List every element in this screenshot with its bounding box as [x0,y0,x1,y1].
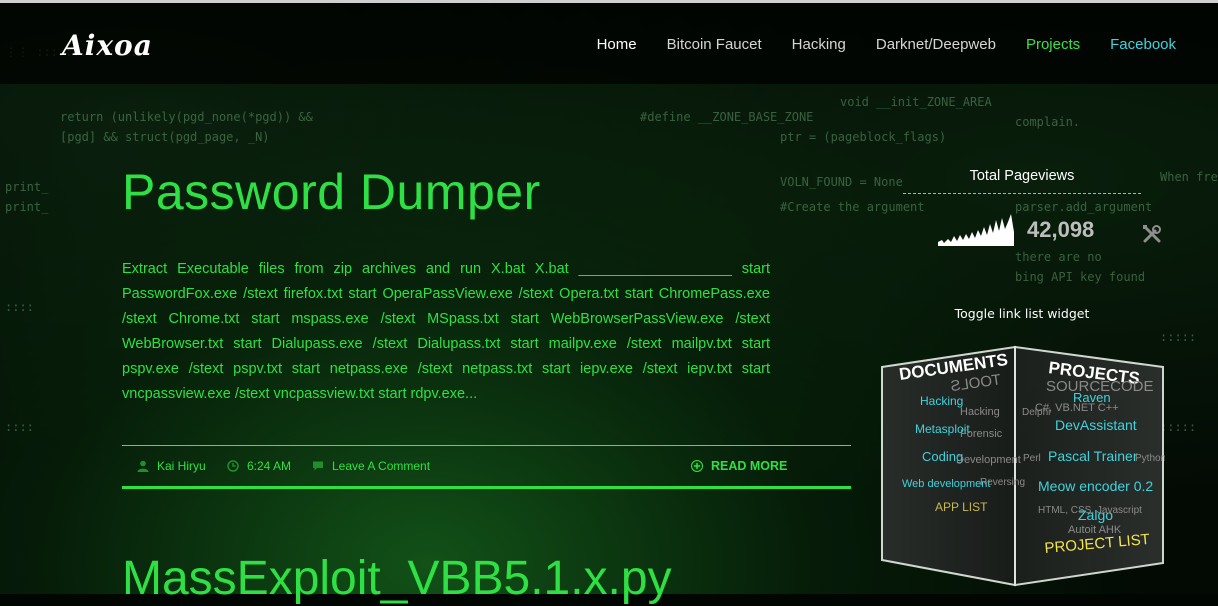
cube-tag: Hacking [960,406,1000,418]
cube-tag: Perl [1023,453,1041,464]
widget-divider [903,193,1141,194]
read-more-link[interactable]: READ MORE [691,459,787,473]
post-divider [122,445,851,446]
post-author[interactable]: Kai Hiryu [137,459,206,473]
nav-bitcoin-faucet[interactable]: Bitcoin Faucet [667,36,762,53]
read-more-label: READ MORE [711,459,788,473]
cube-tag: Delphi [1022,407,1050,418]
clock-icon [227,460,239,472]
next-post-title[interactable]: MassExploit_VBB5.1.x.py [122,551,672,606]
navbar: Aixoa Home Bitcoin Faucet Hacking Darkne… [0,3,1218,84]
post-time-text: 6:24 AM [247,459,292,473]
post-separator-bar [122,486,851,489]
leave-comment-label: Leave A Comment [332,459,431,473]
site-logo[interactable]: Aixoa [62,29,153,62]
pageviews-widget-title: Total Pageviews [969,168,1075,184]
cube-tag: Development [956,454,1021,466]
nav-home[interactable]: Home [597,36,637,53]
nav-hacking[interactable]: Hacking [792,36,846,53]
cube-tag[interactable]: Meow encoder 0.2 [1038,478,1153,494]
nav-projects[interactable]: Projects [1026,36,1080,53]
nav-facebook[interactable]: Facebook [1110,36,1176,53]
cube-tag: Forensic [960,428,1003,440]
nav-darknet-deepweb[interactable]: Darknet/Deepweb [876,36,996,53]
user-icon [137,460,149,472]
author-name: Kai Hiryu [157,459,206,473]
leave-comment-link[interactable]: Leave A Comment [312,459,430,473]
post-time: 6:24 AM [227,459,291,473]
cube-tag[interactable]: DevAssistant [1055,417,1137,433]
cube-tag: Reversing [980,477,1025,488]
cube-tag[interactable]: Web development [902,478,990,490]
tag-cube-widget[interactable]: DOCUMENTS TOOLS Hacking Hacking Metasplo… [880,345,1165,590]
plus-circle-icon [691,460,703,472]
post-meta: Kai Hiryu 6:24 AM Leave A Comment READ M… [137,459,851,477]
cube-tag[interactable]: Pascal Trainer [1048,448,1138,464]
pageviews-sparkline [938,214,1014,246]
cube-tag: Python [1135,453,1165,464]
tools-icon[interactable] [1141,223,1163,245]
comment-icon [313,461,323,471]
main-nav: Home Bitcoin Faucet Hacking Darknet/Deep… [567,36,1176,53]
post-excerpt: Extract Executable files from zip archiv… [122,261,770,402]
cube-tag[interactable]: APP LIST [935,500,988,514]
post-title[interactable]: Password Dumper [122,163,541,221]
cube-tag[interactable]: Hacking [920,394,963,408]
cube-tag: HTML, CSS, Javascript [1038,505,1142,516]
toggle-link-list-widget[interactable]: Toggle link list widget [903,306,1141,321]
pageviews-count: 42,098 [1027,217,1095,242]
